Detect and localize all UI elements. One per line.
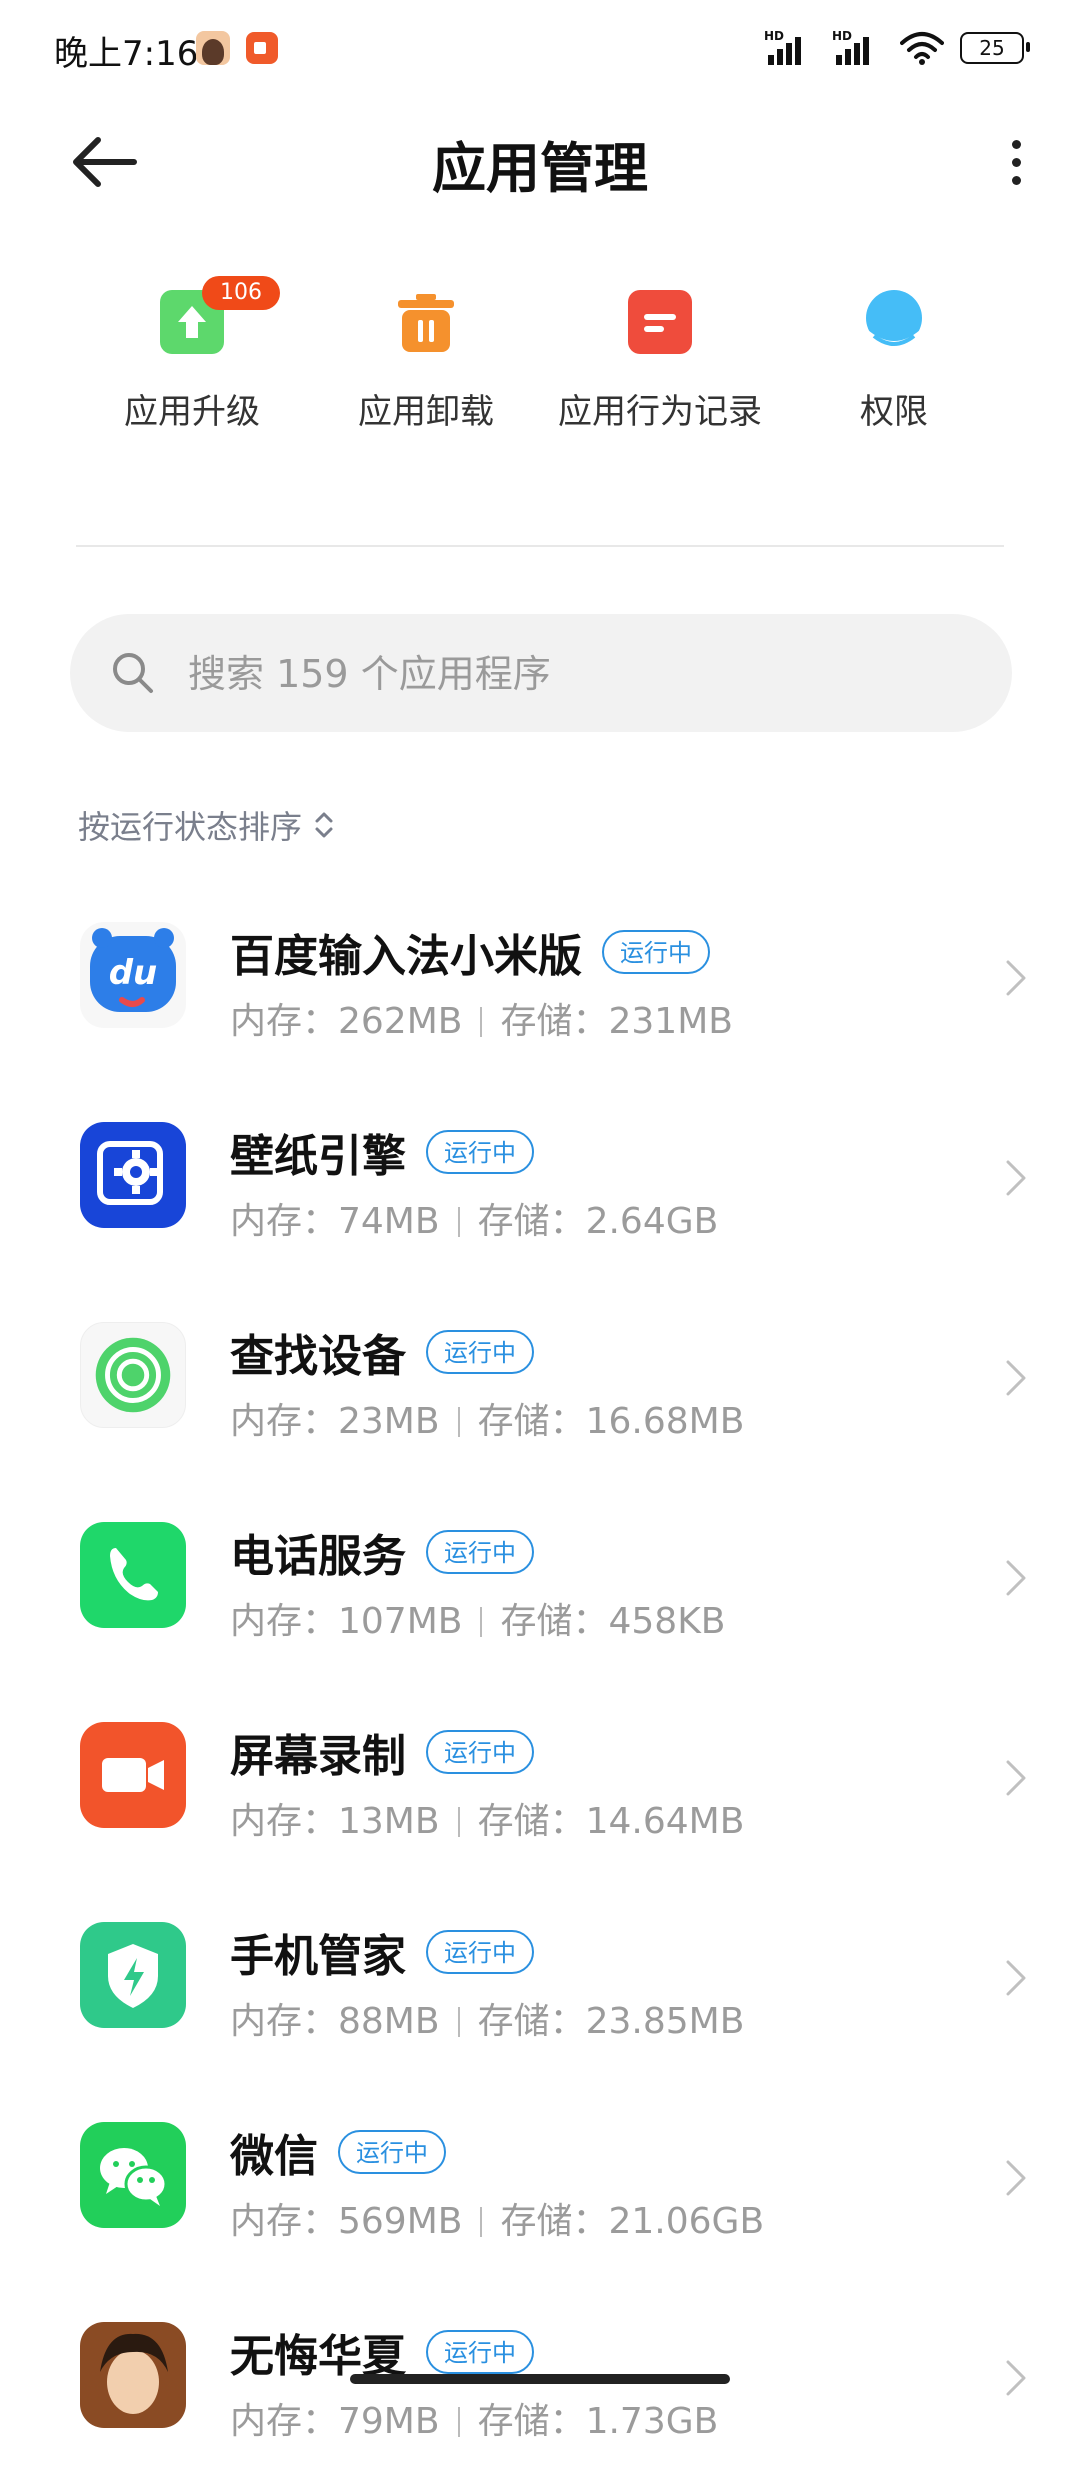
- app-name: 电话服务: [230, 1531, 406, 1582]
- app-behavior-log-label: 应用行为记录: [558, 392, 762, 432]
- separator: [480, 1607, 483, 1637]
- chevron-right-icon: [1006, 2360, 1026, 2396]
- sort-label: 按运行状态排序: [78, 808, 303, 846]
- app-memory: 内存：107MB: [230, 1601, 463, 1642]
- app-behavior-log-button[interactable]: 应用行为记录: [540, 290, 780, 433]
- search-bar[interactable]: [70, 614, 1012, 732]
- trash-icon: [394, 290, 458, 354]
- app-uninstall-button[interactable]: 应用卸载: [306, 290, 546, 433]
- permissions-button[interactable]: 权限: [774, 290, 1014, 433]
- app-name: 百度输入法小米版: [230, 931, 582, 982]
- home-indicator[interactable]: [350, 2374, 730, 2384]
- list-item[interactable]: 屏幕录制 运行中 内存：13MB 存储：14.64MB: [0, 1680, 1080, 1880]
- app-name: 壁纸引擎: [230, 1131, 406, 1182]
- phone-service-app-icon: [80, 1522, 186, 1628]
- app-memory: 内存：74MB: [230, 1201, 440, 1242]
- list-item[interactable]: 壁纸引擎 运行中 内存：74MB 存储：2.64GB: [0, 1080, 1080, 1280]
- separator: [457, 1807, 460, 1837]
- chevron-right-icon: [1006, 1560, 1026, 1596]
- security-app-icon: [80, 1922, 186, 2028]
- app-memory: 内存：569MB: [230, 2201, 463, 2242]
- app-memory: 内存：23MB: [230, 1401, 440, 1442]
- wifi-icon: [900, 32, 944, 65]
- list-item[interactable]: 手机管家 运行中 内存：88MB 存储：23.85MB: [0, 1880, 1080, 2080]
- chevron-right-icon: [1006, 1160, 1026, 1196]
- app-memory: 内存：79MB: [230, 2401, 440, 2442]
- page-title: 应用管理: [432, 137, 648, 200]
- separator: [480, 2207, 483, 2237]
- running-status-badge: 运行中: [426, 1130, 534, 1174]
- sort-selector[interactable]: 按运行状态排序: [78, 802, 334, 848]
- chevron-right-icon: [1006, 1760, 1026, 1796]
- app-storage: 存储：23.85MB: [477, 2001, 745, 2042]
- running-status-badge: 运行中: [426, 2330, 534, 2374]
- signal-hd-icon: HD: [764, 29, 816, 65]
- app-uninstall-label: 应用卸载: [358, 392, 494, 432]
- status-icons: HD HD 25: [764, 29, 1030, 66]
- running-status-badge: 运行中: [338, 2130, 446, 2174]
- more-options-icon[interactable]: [992, 132, 1040, 192]
- separator: [457, 1207, 460, 1237]
- app-storage: 存储：2.64GB: [477, 1201, 719, 1242]
- app-storage: 存储：16.68MB: [477, 1401, 745, 1442]
- status-bar: 晚上7:16 HD HD 25: [0, 0, 1080, 100]
- app-upgrade-button[interactable]: 106 应用升级: [72, 276, 312, 433]
- search-input[interactable]: [186, 638, 970, 710]
- app-list: du 百度输入法小米版 运行中 内存：262MB 存储：231MB 壁纸引擎 运行…: [0, 880, 1080, 2480]
- app-storage: 存储：1.73GB: [477, 2401, 719, 2442]
- record-log-icon: [628, 290, 692, 354]
- chevron-right-icon: [1006, 2160, 1026, 2196]
- screen-recorder-app-icon: [80, 1722, 186, 1828]
- chevron-right-icon: [1006, 960, 1026, 996]
- battery-icon: 25: [960, 32, 1030, 64]
- app-name: 微信: [230, 2131, 318, 2182]
- status-time: 晚上7:16: [54, 34, 199, 74]
- header: 应用管理: [0, 110, 1080, 210]
- notification-avatar-icon: [196, 31, 230, 65]
- permissions-icon: [862, 290, 926, 354]
- app-name: 手机管家: [230, 1931, 406, 1982]
- app-storage: 存储：21.06GB: [500, 2201, 765, 2242]
- running-status-badge: 运行中: [426, 1530, 534, 1574]
- running-status-badge: 运行中: [602, 930, 710, 974]
- app-name: 屏幕录制: [230, 1731, 406, 1782]
- app-storage: 存储：14.64MB: [477, 1801, 745, 1842]
- quick-actions: 106 应用升级 应用卸载 应用行为记录 权限: [0, 276, 1080, 470]
- game-app-icon: [80, 2322, 186, 2428]
- separator: [457, 1407, 460, 1437]
- running-status-badge: 运行中: [426, 1330, 534, 1374]
- sort-toggle-icon: [315, 812, 333, 838]
- running-status-badge: 运行中: [426, 1730, 534, 1774]
- app-storage: 存储：458KB: [500, 1601, 726, 1642]
- upgrade-count-badge: 106: [202, 276, 280, 310]
- app-upgrade-label: 应用升级: [124, 392, 260, 432]
- search-icon: [113, 653, 153, 693]
- signal-hd-icon: HD: [832, 29, 884, 65]
- app-name: 查找设备: [230, 1331, 406, 1382]
- baidu-input-app-icon: du: [80, 922, 186, 1028]
- chevron-right-icon: [1006, 1960, 1026, 1996]
- battery-level: 25: [979, 36, 1005, 60]
- list-item[interactable]: 微信 运行中 内存：569MB 存储：21.06GB: [0, 2080, 1080, 2280]
- app-memory: 内存：88MB: [230, 2001, 440, 2042]
- separator: [480, 1007, 483, 1037]
- app-upgrade-icon: 106: [160, 276, 280, 354]
- running-status-badge: 运行中: [426, 1930, 534, 1974]
- divider: [76, 545, 1004, 547]
- app-memory: 内存：13MB: [230, 1801, 440, 1842]
- list-item[interactable]: 电话服务 运行中 内存：107MB 存储：458KB: [0, 1480, 1080, 1680]
- find-device-app-icon: [80, 1322, 186, 1428]
- svg-text:du: du: [109, 953, 158, 993]
- app-storage: 存储：231MB: [500, 1001, 733, 1042]
- screen-record-icon: [246, 32, 278, 64]
- permissions-label: 权限: [860, 392, 928, 432]
- app-memory: 内存：262MB: [230, 1001, 463, 1042]
- wechat-app-icon: [80, 2122, 186, 2228]
- separator: [457, 2007, 460, 2037]
- list-item[interactable]: 查找设备 运行中 内存：23MB 存储：16.68MB: [0, 1280, 1080, 1480]
- chevron-right-icon: [1006, 1360, 1026, 1396]
- list-item[interactable]: du 百度输入法小米版 运行中 内存：262MB 存储：231MB: [0, 880, 1080, 1080]
- separator: [457, 2407, 460, 2437]
- wallpaper-engine-app-icon: [80, 1122, 186, 1228]
